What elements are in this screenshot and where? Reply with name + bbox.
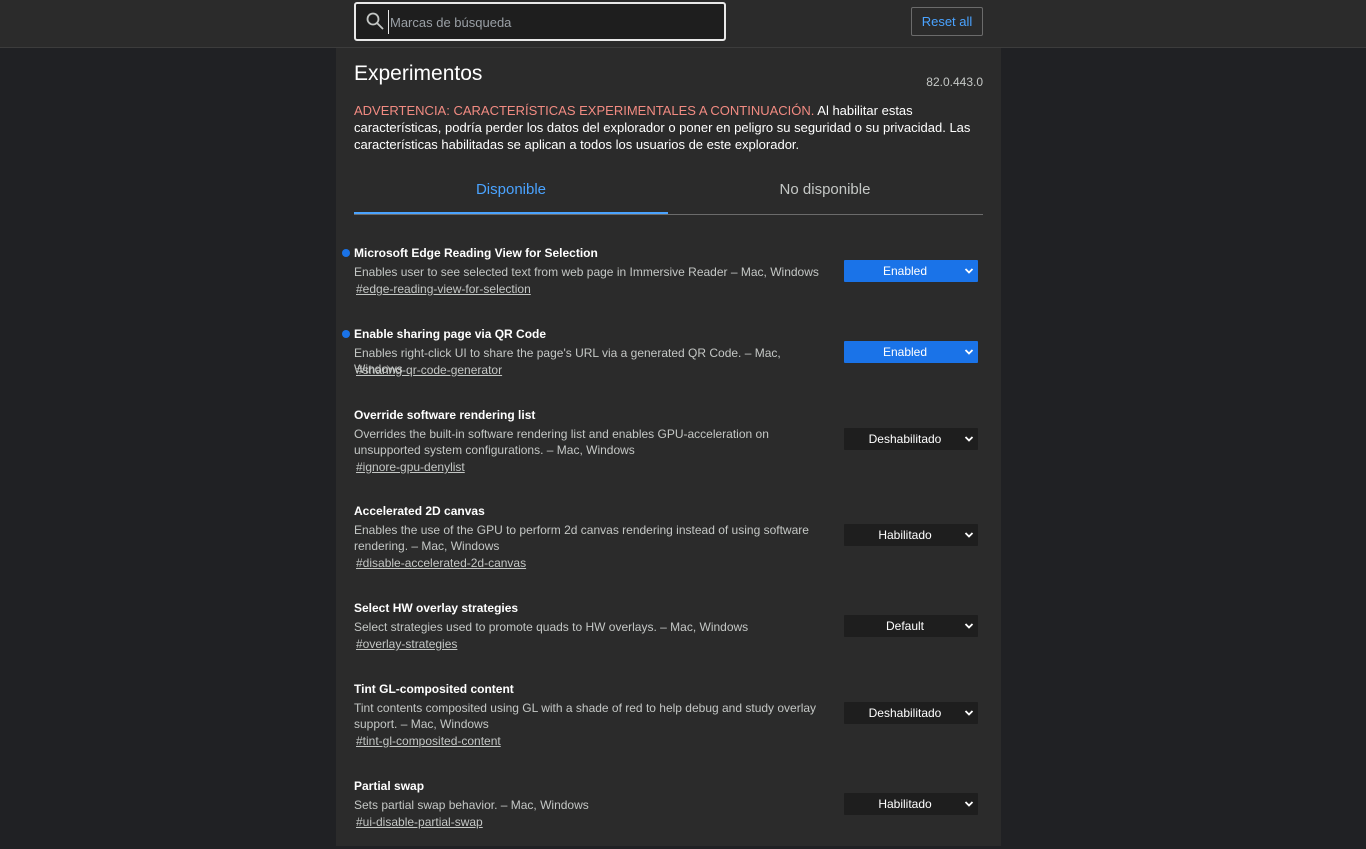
experiment-link[interactable]: #overlay-strategies (356, 637, 457, 651)
chevron-down-icon (964, 436, 974, 442)
experiment-select-value: Deshabilitado (868, 432, 942, 446)
tab-bar: Disponible No disponible (354, 168, 983, 215)
experiment-select-value: Habilitado (878, 528, 932, 542)
experiment-title: Accelerated 2D canvas (354, 504, 485, 518)
experiment-item: Accelerated 2D canvas Enables the use of … (354, 504, 983, 574)
experiment-link[interactable]: #tint-gl-composited-content (356, 734, 501, 748)
experiment-select[interactable]: Deshabilitado (844, 702, 978, 724)
chevron-down-icon (964, 710, 974, 716)
experiment-title: Tint GL-composited content (354, 682, 514, 696)
chevron-down-icon (964, 532, 974, 538)
experiment-select[interactable]: Enabled (844, 260, 978, 282)
experiment-select-value: Habilitado (878, 797, 932, 811)
chevron-down-icon (964, 268, 974, 274)
experiment-select[interactable]: Default (844, 615, 978, 637)
experiment-link[interactable]: #disable-accelerated-2d-canvas (356, 556, 526, 570)
modified-indicator (342, 249, 350, 257)
experiment-link[interactable]: #ignore-gpu-denylist (356, 460, 465, 474)
search-input[interactable] (388, 10, 710, 34)
experiment-select-value: Deshabilitado (868, 706, 942, 720)
experiment-select[interactable]: Habilitado (844, 793, 978, 815)
experiment-item: Override software rendering list Override… (354, 408, 983, 478)
experiment-link[interactable]: #edge-reading-view-for-selection (356, 282, 531, 296)
experiment-select[interactable]: Enabled (844, 341, 978, 363)
experiment-item: Select HW overlay strategies Select strat… (354, 601, 983, 671)
experiment-title: Select HW overlay strategies (354, 601, 519, 615)
experiment-link[interactable]: #ui-disable-partial-swap (356, 815, 483, 829)
page-title: Experimentos (354, 62, 483, 85)
search-icon (366, 12, 384, 30)
tab-unavailable[interactable]: No disponible (668, 168, 982, 214)
chevron-down-icon (964, 801, 974, 807)
experiment-select-value: Default (885, 619, 925, 633)
experiment-select[interactable]: Deshabilitado (844, 428, 978, 450)
search-box[interactable] (354, 2, 726, 41)
experiment-select[interactable]: Habilitado (844, 524, 978, 546)
experiment-title: Microsoft Edge Reading View for Selectio… (354, 246, 598, 260)
experiment-description: Enables the use of the GPU to perform 2d… (354, 523, 809, 553)
experiment-description: Sets partial swap behavior. – Mac, Windo… (354, 798, 589, 812)
version-label: 82.0.443.0 (926, 75, 983, 89)
reset-all-button[interactable]: Reset all (911, 7, 983, 36)
experiment-description: Overrides the built-in software renderin… (354, 427, 769, 457)
experiment-title: Partial swap (354, 779, 425, 793)
chevron-down-icon (964, 623, 974, 629)
experiment-item: Enable sharing page via QR Code Enables r… (342, 327, 983, 397)
warning-label: ADVERTENCIA: CARACTERÍSTICAS EXPERIMENTA… (354, 103, 815, 118)
experiment-select-value: Enabled (882, 264, 928, 278)
experiment-title: Override software rendering list (354, 408, 536, 422)
tab-available[interactable]: Disponible (354, 168, 668, 214)
warning-message: ADVERTENCIA: CARACTERÍSTICAS EXPERIMENTA… (354, 102, 974, 153)
top-bar: Reset all (0, 0, 1366, 48)
modified-indicator (342, 330, 350, 338)
experiment-title: Enable sharing page via QR Code (354, 327, 547, 341)
experiment-item: Partial swap Sets partial swap behavior. … (354, 779, 983, 849)
experiment-link[interactable]: #sharing-qr-code-generator (356, 363, 502, 377)
experiment-description: Enables user to see selected text from w… (354, 265, 819, 279)
experiments-panel: Experimentos 82.0.443.0 ADVERTENCIA: CAR… (336, 48, 1001, 846)
experiment-description: Select strategies used to promote quads … (354, 620, 749, 634)
chevron-down-icon (964, 349, 974, 355)
experiment-select-value: Enabled (882, 345, 928, 359)
experiment-item: Microsoft Edge Reading View for Selectio… (342, 246, 983, 316)
experiment-item: Tint GL-composited content Tint contents … (354, 682, 983, 752)
experiment-description: Tint contents composited using GL with a… (354, 701, 817, 731)
